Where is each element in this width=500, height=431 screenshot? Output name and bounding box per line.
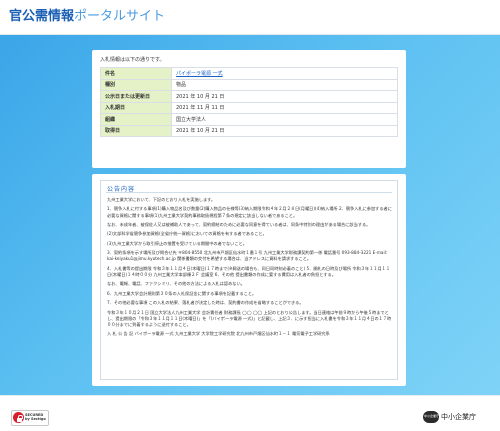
secured-badge-text: SECURED by Sectigo bbox=[25, 413, 46, 421]
notice-paragraph: 令和３年１０月２１日 国立大学法人九州工業大学 会計責任者 財務課長 ◯◯ ◯◯… bbox=[107, 309, 392, 327]
notice-paragraph: 3．契約条項を示す場所及び問合せ先 〒804-8550 北九州市戸畑区仙水町１番… bbox=[107, 250, 390, 262]
lock-icon bbox=[13, 412, 24, 423]
summary-row: 組織 国立大学法人 bbox=[100, 113, 398, 126]
notice-box: 公告内容 九州工業大学において、下記のとおり入札を実施します。 1．競争入札に付す… bbox=[100, 180, 398, 380]
notice-paragraph: 6．九州工業大学会計規則第３０条の入札保証金に関する事項を記載すること。 bbox=[107, 290, 257, 296]
logo-title-sub: ポータルサイト bbox=[74, 9, 166, 24]
summary-row-value: 2021 年 10 月 21 日 bbox=[171, 124, 398, 137]
notice-paragraph: 入 札 公 告 記 バイポーラ電源 一式 九州工業大学 大学院工学研究院 北九州… bbox=[107, 331, 330, 337]
summary-row: 公示日または更新日 2021 年 10 月 21 日 bbox=[100, 90, 398, 103]
summary-row-value: 国立大学法人 bbox=[171, 113, 398, 126]
summary-row: 入札期日 2021 年 11 月 11 日 bbox=[100, 101, 398, 114]
notice-paragraph: なお、電報、電話、ファクシミリ、その他の方法による入札は認めない。 bbox=[107, 281, 245, 287]
summary-intro: 入札情報は以下の通りです。 bbox=[100, 57, 165, 63]
summary-row-value: 物品 bbox=[171, 78, 398, 91]
secured-line2: by Sectigo bbox=[25, 417, 46, 422]
summary-row-label: 種別 bbox=[100, 78, 172, 91]
summary-row-label: 組織 bbox=[100, 113, 172, 126]
notice-paragraph: 7．その他必要な事項 この入札の結果、落札者が決定した時は、契約書の作成を省略す… bbox=[107, 300, 304, 306]
secured-badge[interactable]: SECURED by Sectigo bbox=[11, 410, 49, 426]
summary-row: 種別 物品 bbox=[100, 78, 398, 91]
notice-paragraph: (3)九州工業大学から取引停止の措置を受けている期間中の者でないこと。 bbox=[107, 240, 247, 246]
summary-row-label: 件名 bbox=[100, 67, 172, 80]
notice-paragraph: 4．入札書等の提出期限 令和３年１１月４日(木曜日)１７時まで(※郵送の場合も、… bbox=[107, 265, 391, 277]
logo-title-main: 官公需情報 bbox=[9, 9, 75, 24]
summary-row-value: パイポーラ電源 一式 bbox=[171, 67, 398, 80]
summary-row-label: 入札期日 bbox=[100, 101, 172, 114]
notice-body: 九州工業大学において、下記のとおり入札を実施します。 1．競争入札に付する事項(1… bbox=[107, 197, 393, 341]
summary-card: 入札情報は以下の通りです。 件名 パイポーラ電源 一式 種別 物品 公示日または更新日 2… bbox=[92, 50, 406, 168]
notice-divider bbox=[106, 192, 392, 193]
summary-row-label: 取得日 bbox=[100, 124, 172, 137]
site-logo[interactable]: 官公需情報ポータルサイト bbox=[9, 9, 165, 25]
notice-paragraph: なお、未成年者、被保佐人又は被補助人であって、契約締結のために必要な同意を得てい… bbox=[107, 221, 371, 227]
summary-row: 件名 パイポーラ電源 一式 bbox=[100, 67, 398, 80]
summary-row-label: 公示日または更新日 bbox=[100, 90, 172, 103]
agency-mark-icon: 中小企業庁 bbox=[423, 411, 439, 423]
site-header: 官公需情報ポータルサイト bbox=[0, 0, 500, 35]
notice-paragraph: (2)文部科学省競争参加資格(全省庁統一資格)においての資格を有する者であること… bbox=[107, 231, 267, 237]
notice-card: 公告内容 九州工業大学において、下記のとおり入札を実施します。 1．競争入札に付す… bbox=[92, 174, 406, 386]
notice-paragraph: 九州工業大学において、下記のとおり入札を実施します。 bbox=[107, 197, 216, 202]
agency-name: 中小企業庁 bbox=[441, 413, 476, 421]
item-title-link[interactable]: パイポーラ電源 一式 bbox=[176, 71, 223, 77]
summary-row: 取得日 2021 年 10 月 21 日 bbox=[100, 124, 398, 137]
summary-row-value: 2021 年 10 月 21 日 bbox=[171, 90, 398, 103]
summary-row-value: 2021 年 11 月 11 日 bbox=[171, 101, 398, 114]
summary-table: 件名 パイポーラ電源 一式 種別 物品 公示日または更新日 2021 年 10 月 21 … bbox=[100, 67, 398, 137]
notice-paragraph: 1．競争入札に付する事項(1)購入物品名及び数量(2)購入物品の仕様等(3)納入… bbox=[107, 206, 392, 218]
